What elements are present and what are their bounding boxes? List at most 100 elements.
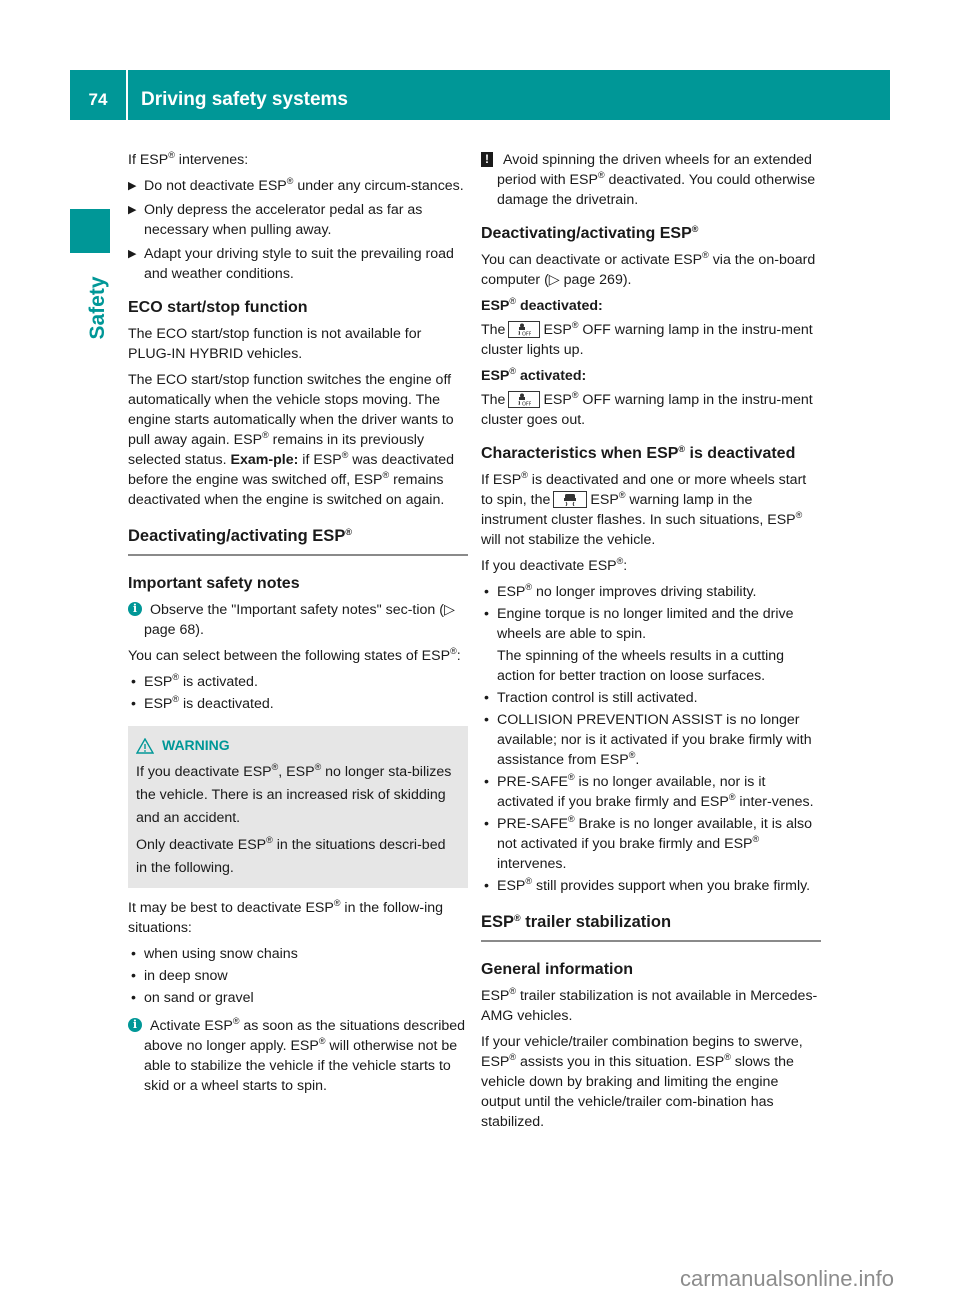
- text: ESP: [481, 368, 510, 384]
- text: PRE-SAFE: [497, 816, 568, 832]
- general-information-heading: General information: [481, 961, 634, 978]
- reg-mark: ®: [266, 835, 273, 845]
- reg-mark: ®: [567, 772, 575, 782]
- list-item: • ESP® still provides support when you br…: [481, 876, 821, 896]
- warning-paragraph-2: Only deactivate ESP® in the situations d…: [136, 834, 458, 880]
- text: activated:: [516, 368, 587, 384]
- text: inter-venes.: [735, 794, 814, 810]
- text: Traction control is still activated.: [497, 690, 698, 706]
- bullet-icon: •: [131, 946, 136, 962]
- page-number-text: 74: [88, 90, 108, 109]
- list-item: • when using snow chains: [128, 944, 468, 964]
- text: You can deactivate or activate ESP: [481, 252, 703, 268]
- trailer-section-heading: ESP® trailer stabilization: [481, 912, 821, 942]
- list-item: • COLLISION PREVENTION ASSIST is no longe…: [481, 710, 821, 770]
- text: is deactivated: [685, 445, 796, 462]
- text: Only depress the accelerator pedal as fa…: [144, 202, 423, 238]
- text: ESP: [481, 298, 510, 314]
- text: PRE-SAFE: [497, 774, 568, 790]
- svg-text:OFF: OFF: [522, 332, 531, 337]
- list-item: • Traction control is still activated.: [481, 688, 821, 708]
- reg-mark: ®: [345, 527, 352, 537]
- text: intervenes.: [497, 856, 567, 872]
- bullet-icon: •: [484, 690, 489, 706]
- text: ESP: [497, 878, 526, 894]
- bullet-icon: •: [131, 696, 136, 712]
- reg-mark: ®: [514, 913, 521, 923]
- text: , ESP: [278, 764, 315, 780]
- reg-mark: ®: [597, 170, 605, 180]
- text: Engine torque is no longer limited and t…: [497, 606, 794, 642]
- text: assists you in this situation. ESP: [516, 1054, 725, 1070]
- reg-mark: ®: [168, 150, 175, 160]
- arrow-icon: ▶: [128, 180, 137, 192]
- text: The: [481, 322, 506, 338]
- warning-title: WARNING: [136, 734, 458, 757]
- warning-paragraph-1: If you deactivate ESP®, ESP® no longer s…: [136, 761, 458, 830]
- list-item: • PRE-SAFE® is no longer available, nor i…: [481, 772, 821, 812]
- sub-paragraph: The spinning of the wheels results in a …: [497, 648, 785, 684]
- chapter-title: Driving safety systems: [141, 89, 348, 110]
- svg-text:OFF: OFF: [522, 402, 531, 407]
- text: If ESP: [128, 152, 169, 168]
- list-item: • on sand or gravel: [128, 988, 468, 1008]
- text: ESP: [497, 584, 526, 600]
- text: still provides support when you brake fi…: [532, 878, 811, 894]
- bullet-icon: •: [484, 606, 489, 622]
- text: Adapt your driving style to suit the pre…: [144, 246, 454, 282]
- esp-warning-lamp-icon: [553, 491, 588, 508]
- text: Only deactivate ESP: [136, 837, 267, 853]
- esp-deactivated-label: ESP® deactivated:: [481, 296, 821, 316]
- text: If you deactivate ESP: [481, 558, 617, 574]
- text: ESP: [144, 674, 173, 690]
- text: will not stabilize the vehicle.: [481, 532, 656, 548]
- situations-intro: It may be best to deactivate ESP® in the…: [128, 898, 468, 938]
- bullet-icon: •: [484, 712, 489, 728]
- reg-mark: ®: [567, 814, 575, 824]
- esp-off-lamp-icon: OFF: [508, 391, 541, 408]
- text: COLLISION PREVENTION ASSIST is no longer…: [497, 712, 812, 768]
- instruction-step: ▶ Do not deactivate ESP® under any circu…: [128, 176, 468, 196]
- text: ESP: [590, 492, 619, 508]
- text: intervenes:: [174, 152, 249, 168]
- warning-triangle-icon: [136, 737, 154, 754]
- text: :: [456, 648, 461, 664]
- list-item: • Engine torque is no longer limited and …: [481, 604, 821, 686]
- esp-activated-label: ESP® activated:: [481, 366, 821, 386]
- section-tab-marker: [70, 209, 110, 253]
- text: trailer stabilization is not available i…: [481, 988, 818, 1024]
- text: deactivated:: [516, 298, 603, 314]
- deactivating-heading: Deactivating/activating ESP®: [481, 224, 821, 244]
- trailer-paragraph-2: If your vehicle/trailer combination begi…: [481, 1032, 821, 1132]
- example-label: Exam-ple:: [230, 452, 299, 468]
- text: ESP: [144, 696, 173, 712]
- esp-deactivated-text: The OFF ESP® OFF warning lamp in the instr…: [481, 320, 821, 360]
- text: It may be best to deactivate ESP: [128, 900, 334, 916]
- text: WARNING: [162, 737, 230, 753]
- text: .: [635, 752, 640, 768]
- text: Deactivating/activating ESP: [128, 527, 346, 545]
- important-safety-notes-heading: Important safety notes: [128, 575, 300, 592]
- info-icon: i: [128, 1018, 142, 1032]
- text: ESP: [543, 322, 572, 338]
- text: Activate ESP: [150, 1018, 233, 1034]
- reg-mark: ®: [724, 1052, 731, 1062]
- reg-mark: ®: [262, 430, 269, 440]
- instruction-step: ▶ Adapt your driving style to suit the p…: [128, 244, 468, 284]
- text: on sand or gravel: [144, 990, 254, 1006]
- bullet-icon: •: [484, 878, 489, 894]
- text: trailer stabilization: [520, 913, 672, 931]
- info-note: i Observe the "Important safety notes" s…: [128, 600, 468, 640]
- section-tab-label: Safety: [86, 276, 109, 340]
- info-note-text[interactable]: Observe the "Important safety notes" sec…: [144, 602, 455, 638]
- watermark: carmanualsonline.info: [680, 1266, 895, 1291]
- reg-mark: ®: [702, 250, 709, 260]
- exclamation-icon: !: [481, 152, 493, 167]
- bullet-icon: •: [131, 968, 136, 984]
- warning-box: WARNING If you deactivate ESP®, ESP® no …: [128, 726, 468, 888]
- trailer-paragraph-1: ESP® trailer stabilization is not availa…: [481, 986, 821, 1026]
- characteristics-paragraph-1: If ESP® is deactivated and one or more w…: [481, 470, 821, 550]
- arrow-icon: ▶: [128, 204, 137, 216]
- deactivating-paragraph: You can deactivate or activate ESP® via …: [481, 250, 821, 290]
- info-note: i Activate ESP® as soon as the situation…: [128, 1016, 468, 1096]
